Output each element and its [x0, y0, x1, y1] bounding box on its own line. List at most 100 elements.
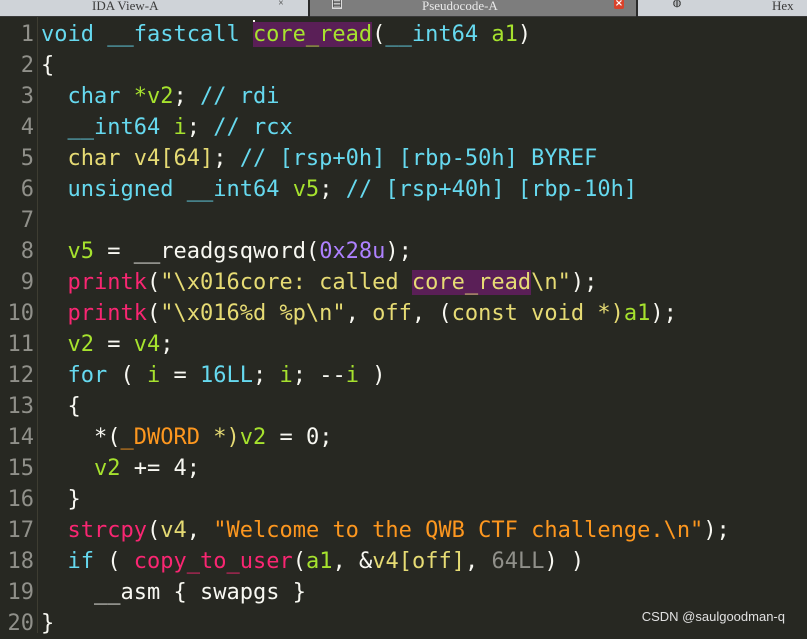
number-literal: 0	[305, 425, 320, 450]
code-line[interactable]: }	[41, 608, 54, 639]
code-line[interactable]: __asm { swapgs }	[41, 577, 306, 608]
code-line[interactable]: for ( i = 16LL; i; --i )	[41, 360, 386, 391]
identifier[interactable]: v4	[160, 518, 187, 543]
identifier[interactable]: v2	[94, 456, 121, 481]
keyword[interactable]: for	[68, 363, 108, 388]
line-number: 5	[20, 146, 34, 171]
string-literal: "\x016%d %p\n"	[160, 301, 346, 326]
punctuation: (	[146, 518, 161, 543]
code-line[interactable]: unsigned __int64 v5; // [rsp+40h] [rbp-1…	[41, 174, 638, 205]
identifier[interactable]: off	[412, 549, 452, 574]
code-line[interactable]: if ( copy_to_user(a1, &v4[off], 64LL) )	[41, 546, 585, 577]
function-name[interactable]: core_read	[252, 22, 373, 47]
identifier[interactable]: i	[279, 363, 292, 388]
identifier[interactable]: a1	[624, 301, 651, 326]
code-line[interactable]: printk("\x016core: called core_read\n");	[41, 267, 597, 298]
code-line[interactable]: __int64 i; // rcx	[41, 112, 293, 143]
punctuation: ;	[319, 425, 333, 450]
identifier[interactable]: off	[372, 301, 412, 326]
operator: +=	[120, 456, 174, 481]
operator: =	[160, 363, 200, 388]
code-line[interactable]: {	[41, 50, 54, 81]
number-literal: 16LL	[200, 363, 253, 388]
punctuation: (	[372, 22, 386, 47]
code-line[interactable]: v2 += 4;	[41, 453, 200, 484]
close-icon[interactable]: ×	[276, 0, 286, 9]
code-line[interactable]: v2 = v4;	[41, 329, 174, 360]
identifier[interactable]: i	[173, 115, 186, 140]
line-number: 14	[7, 425, 35, 450]
comment: // rdi	[199, 84, 280, 109]
tab-ida-view[interactable]: × IDA View-A	[0, 0, 308, 16]
keyword[interactable]: void	[531, 301, 584, 326]
identifier[interactable]: v2	[240, 425, 267, 450]
watermark: CSDN @saulgoodman-q	[641, 609, 785, 624]
keyword[interactable]: __fastcall	[107, 22, 239, 47]
keyword[interactable]: const	[452, 301, 518, 326]
keyword[interactable]: void	[41, 22, 94, 47]
line-number: 10	[7, 301, 35, 326]
code-line[interactable]: {	[41, 391, 81, 422]
line-number: 12	[7, 363, 35, 388]
asm-instruction[interactable]: swapgs	[200, 580, 279, 605]
function-call[interactable]: copy_to_user	[134, 549, 293, 574]
function-call[interactable]: strcpy	[68, 518, 147, 543]
identifier[interactable]: a1	[306, 549, 333, 574]
keyword[interactable]: __asm	[94, 580, 160, 605]
operator: =	[94, 239, 134, 264]
keyword[interactable]: unsigned	[68, 177, 174, 202]
punctuation: *)	[199, 425, 240, 450]
punctuation: *(	[93, 425, 121, 450]
line-number: 13	[7, 394, 35, 419]
tab-hex[interactable]: ◍ Hex	[638, 0, 807, 16]
identifier[interactable]: v2	[68, 332, 95, 357]
tab-pseudocode[interactable]: ▤ Pseudocode-A ×	[310, 0, 636, 16]
code-line[interactable]: v5 = __readgsqword(0x28u);	[41, 236, 412, 267]
identifier[interactable]: a1	[491, 22, 518, 47]
code-line[interactable]: char v4[64]; // [rsp+0h] [rbp-50h] BYREF	[41, 143, 598, 174]
close-icon[interactable]: ×	[614, 0, 624, 9]
punctuation: ,	[345, 301, 373, 326]
tab-bar: × IDA View-A ▤ Pseudocode-A × ◍ Hex	[0, 0, 807, 17]
code-line[interactable]: char *v2; // rdi	[41, 81, 280, 112]
punctuation: ;	[173, 84, 187, 109]
declaration[interactable]: char v4[64]	[68, 146, 214, 171]
identifier[interactable]: v5	[293, 177, 320, 202]
keyword[interactable]: __int64	[68, 115, 161, 140]
punctuation: ]	[451, 549, 465, 574]
hex-icon: ◍	[672, 0, 682, 9]
punctuation: {	[41, 53, 55, 78]
line-number: 18	[7, 549, 35, 574]
identifier[interactable]: v5	[68, 239, 95, 264]
function-call[interactable]: printk	[68, 301, 147, 326]
function-call[interactable]: __readgsqword	[134, 239, 306, 264]
punctuation: )	[517, 22, 532, 47]
code-line[interactable]: strcpy(v4, "Welcome to the QWB CTF chall…	[41, 515, 730, 546]
punctuation: );	[570, 270, 598, 295]
line-number: 19	[7, 580, 35, 605]
punctuation: ; --	[292, 363, 346, 388]
identifier[interactable]: i	[147, 363, 160, 388]
keyword[interactable]: char	[68, 84, 121, 109]
pseudocode-editor[interactable]: 1 2 3 4 5 6 7 8 9 10 11 12 13 14 15 16 1…	[0, 17, 807, 636]
keyword[interactable]: __int64	[187, 177, 280, 202]
type-name[interactable]: _DWORD	[120, 425, 199, 450]
punctuation: }	[41, 611, 55, 636]
function-call[interactable]: printk	[68, 270, 147, 295]
code-line[interactable]: printk("\x016%d %p\n", off, (const void …	[41, 298, 677, 329]
string-highlight: core_read	[411, 270, 532, 295]
keyword[interactable]: __int64	[385, 22, 478, 47]
keyword[interactable]: if	[68, 549, 95, 574]
identifier[interactable]: i	[346, 363, 359, 388]
identifier[interactable]: *v2	[134, 84, 174, 109]
line-number: 20	[7, 611, 35, 636]
identifier[interactable]: v4	[134, 332, 161, 357]
identifier[interactable]: v4	[372, 549, 399, 574]
line-number: 3	[20, 84, 34, 109]
punctuation: }	[67, 487, 81, 512]
code-line[interactable]: }	[41, 484, 81, 515]
code-line[interactable]: void __fastcall core_read(__int64 a1)	[41, 19, 531, 50]
tab-label: Pseudocode-A	[422, 0, 498, 13]
code-line[interactable]: *(_DWORD *)v2 = 0;	[41, 422, 332, 453]
line-number: 17	[7, 518, 35, 543]
